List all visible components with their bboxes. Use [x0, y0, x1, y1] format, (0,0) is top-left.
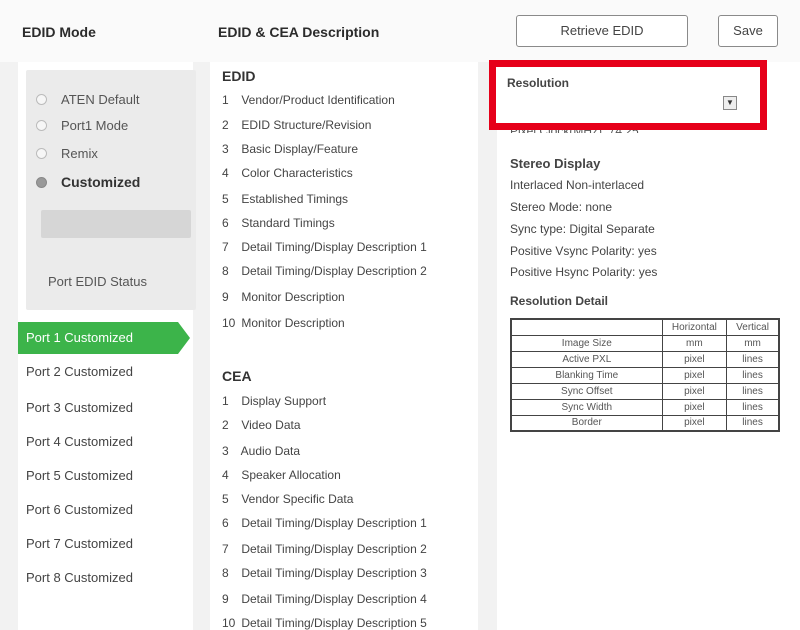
resolution-detail-table: Horizontal Vertical Image Size mm mm Act… — [510, 318, 780, 432]
cea-item[interactable]: 1 Display Support — [222, 394, 326, 408]
mode-option-label: Customized — [61, 174, 141, 190]
mode-option-label: ATEN Default — [61, 92, 140, 107]
table-row: Border pixel lines — [510, 414, 780, 432]
edid-item[interactable]: 9 Monitor Description — [222, 290, 345, 304]
table-cell: lines — [726, 414, 780, 432]
edid-cea-description-title: EDID & CEA Description — [218, 24, 380, 40]
table-row: Blanking Time pixel lines — [510, 366, 780, 384]
port-item-1[interactable]: Port 1 Customized — [18, 322, 190, 354]
edid-item[interactable]: 7 Detail Timing/Display Description 1 — [222, 240, 427, 254]
radio-selected-icon — [36, 176, 47, 188]
table-row: Image Size mm mm — [510, 334, 780, 352]
save-button[interactable]: Save — [718, 15, 778, 47]
cea-item[interactable]: 5 Vendor Specific Data — [222, 492, 353, 506]
table-cell: Image Size — [510, 334, 663, 352]
cea-item[interactable]: 7 Detail Timing/Display Description 2 — [222, 542, 427, 556]
radio-icon — [36, 148, 47, 159]
port-item-5[interactable]: Port 5 Customized — [26, 468, 133, 483]
resolution-label: Resolution — [507, 76, 569, 90]
edid-item[interactable]: 10 Monitor Description — [222, 316, 345, 330]
resolution-highlight-box: Resolution ▼ — [489, 60, 767, 130]
cea-item[interactable]: 6 Detail Timing/Display Description 1 — [222, 516, 427, 530]
table-cell: Active PXL — [510, 350, 663, 368]
port-item-8[interactable]: Port 8 Customized — [26, 570, 133, 585]
table-header-cell — [510, 318, 663, 336]
stereo-line: Interlaced Non-interlaced — [510, 178, 645, 192]
port-edid-status-button[interactable]: Port EDID Status — [48, 274, 147, 289]
table-cell: pixel — [661, 398, 728, 416]
table-cell: lines — [726, 366, 780, 384]
table-cell: mm — [661, 334, 728, 352]
cea-item[interactable]: 3 Audio Data — [222, 444, 300, 458]
edid-item[interactable]: 3 Basic Display/Feature — [222, 142, 358, 156]
table-row: Active PXL pixel lines — [510, 350, 780, 368]
edid-item[interactable]: 5 Established Timings — [222, 192, 348, 206]
stereo-line: Sync type: Digital Separate — [510, 222, 655, 236]
table-cell: Blanking Time — [510, 366, 663, 384]
table-cell: lines — [726, 382, 780, 400]
retrieve-edid-button[interactable]: Retrieve EDID — [516, 15, 688, 47]
radio-icon — [36, 94, 47, 105]
cea-item[interactable]: 8 Detail Timing/Display Description 3 — [222, 566, 427, 580]
table-cell: pixel — [661, 350, 728, 368]
port-item-4[interactable]: Port 4 Customized — [26, 434, 133, 449]
resolution-dropdown[interactable]: ▼ — [723, 96, 737, 110]
mode-option-remix[interactable]: Remix — [36, 146, 98, 161]
table-header-row: Horizontal Vertical — [510, 318, 780, 336]
edid-item[interactable]: 2 EDID Structure/Revision — [222, 118, 371, 132]
stereo-display-heading: Stereo Display — [510, 156, 601, 171]
table-cell: lines — [726, 350, 780, 368]
header-bar: EDID Mode EDID & CEA Description Retriev… — [0, 0, 800, 62]
table-cell: mm — [726, 334, 780, 352]
port-item-2[interactable]: Port 2 Customized — [26, 364, 133, 379]
radio-icon — [36, 120, 47, 131]
table-cell: pixel — [661, 382, 728, 400]
table-cell: Sync Width — [510, 398, 663, 416]
edid-heading: EDID — [222, 68, 256, 84]
mode-option-aten-default[interactable]: ATEN Default — [36, 92, 140, 107]
table-cell: Border — [510, 414, 663, 432]
stereo-line: Positive Hsync Polarity: yes — [510, 265, 658, 279]
edid-item[interactable]: 4 Color Characteristics — [222, 166, 353, 180]
resolution-detail-heading: Resolution Detail — [510, 294, 609, 308]
stereo-line: Positive Vsync Polarity: yes — [510, 244, 657, 258]
port-item-3[interactable]: Port 3 Customized — [26, 400, 133, 415]
mode-option-port1-mode[interactable]: Port1 Mode — [36, 118, 128, 133]
edid-mode-options-box: ATEN Default Port1 Mode Remix Customized… — [26, 70, 196, 310]
stereo-line: Stereo Mode: none — [510, 200, 613, 214]
left-panel: ATEN Default Port1 Mode Remix Customized… — [18, 62, 196, 630]
table-cell: pixel — [661, 414, 728, 432]
cea-item[interactable]: 2 Video Data — [222, 418, 301, 432]
description-panel: EDID 1 Vendor/Product Identification 2 E… — [210, 62, 478, 630]
edid-item[interactable]: 1 Vendor/Product Identification — [222, 93, 395, 107]
port-item-7[interactable]: Port 7 Customized — [26, 536, 133, 551]
table-header-cell: Horizontal — [661, 318, 728, 336]
edid-item[interactable]: 8 Detail Timing/Display Description 2 — [222, 264, 427, 278]
edid-mode-title: EDID Mode — [22, 24, 96, 40]
table-cell: lines — [726, 398, 780, 416]
cea-item[interactable]: 4 Speaker Allocation — [222, 468, 341, 482]
table-header-cell: Vertical — [726, 318, 780, 336]
table-row: Sync Offset pixel lines — [510, 382, 780, 400]
table-cell: pixel — [661, 366, 728, 384]
port-item-6[interactable]: Port 6 Customized — [26, 502, 133, 517]
edid-item[interactable]: 6 Standard Timings — [222, 216, 335, 230]
cea-item[interactable]: 10 Detail Timing/Display Description 5 — [222, 616, 427, 630]
cea-heading: CEA — [222, 368, 252, 384]
table-row: Sync Width pixel lines — [510, 398, 780, 416]
mode-option-label: Remix — [61, 146, 98, 161]
cea-item[interactable]: 9 Detail Timing/Display Description 4 — [222, 592, 427, 606]
mode-option-customized[interactable]: Customized — [36, 174, 140, 190]
chevron-down-icon: ▼ — [726, 98, 734, 107]
mode-option-label: Port1 Mode — [61, 118, 129, 133]
table-cell: Sync Offset — [510, 382, 663, 400]
customized-action-button[interactable] — [41, 210, 191, 238]
